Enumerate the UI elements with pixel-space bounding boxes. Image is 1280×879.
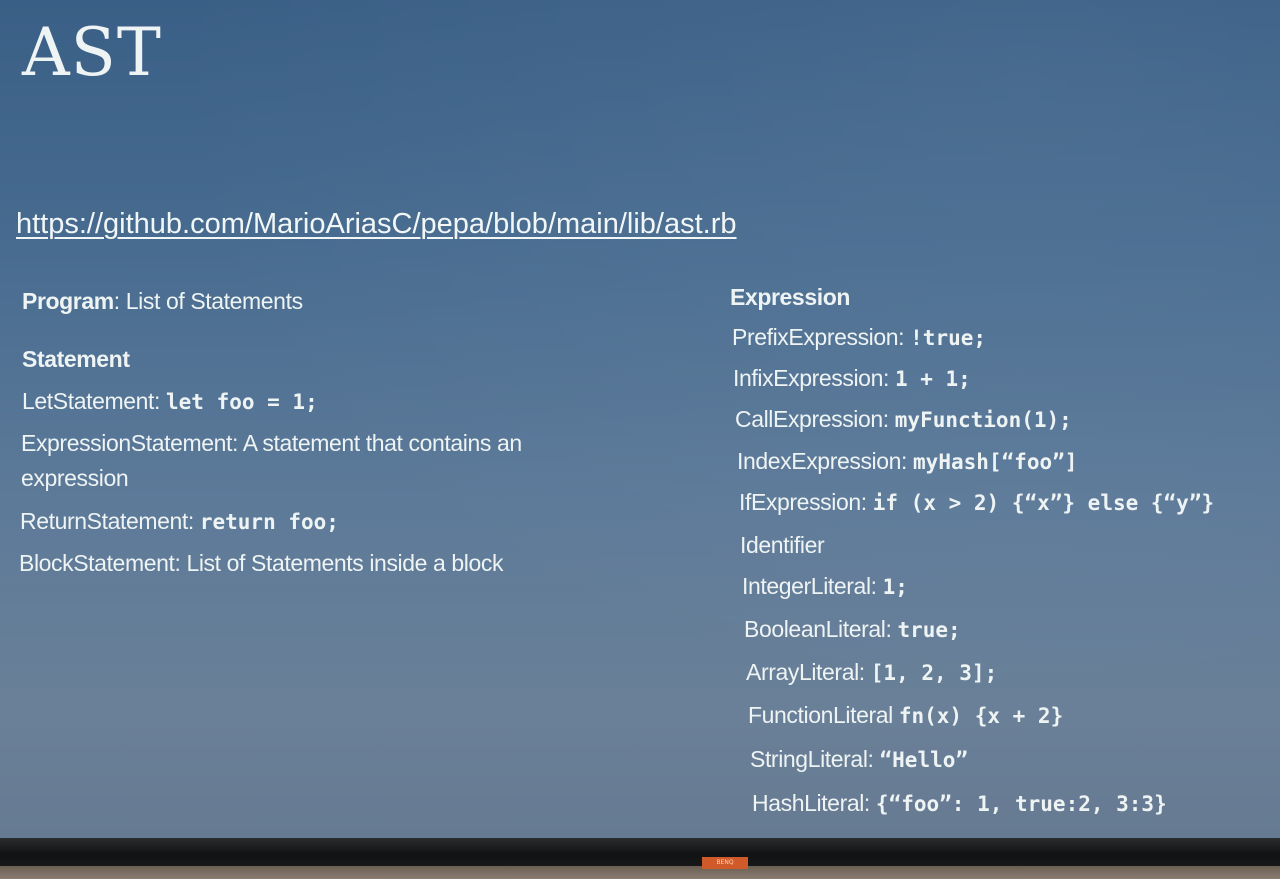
expression-item: CallExpression: myFunction(1); (735, 406, 1072, 433)
expression-item-label: InfixExpression: (733, 365, 895, 391)
expression-heading: Expression (730, 284, 850, 310)
expression-item-label: CallExpression: (735, 406, 895, 432)
expression-item-code: true; (897, 618, 961, 642)
desk-edge (0, 866, 1280, 879)
let-code: let foo = 1; (166, 390, 318, 414)
expression-item: InfixExpression: 1 + 1; (733, 365, 971, 392)
monitor-logo: BENQ (702, 857, 748, 869)
expression-item-label: Identifier (740, 532, 825, 558)
return-label: ReturnStatement: (20, 508, 200, 534)
expression-item-code: “Hello” (879, 748, 969, 772)
expression-item: IfExpression: if (x > 2) {“x”} else {“y”… (739, 489, 1214, 516)
expression-item: BooleanLiteral: true; (744, 616, 961, 643)
expression-item: IntegerLiteral: 1; (742, 573, 908, 600)
expression-item: HashLiteral: {“foo”: 1, true:2, 3:3} (752, 790, 1167, 817)
expression-item: StringLiteral: “Hello” (750, 746, 968, 773)
expression-item-code: !true; (910, 326, 987, 350)
presentation-slide: AST https://github.com/MarioAriasC/pepa/… (0, 0, 1280, 838)
expression-item: FunctionLiteral fn(x) {x + 2} (748, 702, 1063, 729)
slide-title: AST (22, 14, 162, 91)
let-label: LetStatement: (22, 388, 166, 414)
expression-item: Identifier (740, 532, 825, 559)
expression-statement: ExpressionStatement: A statement that co… (21, 430, 522, 491)
expression-item-label: FunctionLiteral (748, 702, 899, 728)
return-code: return foo; (199, 510, 339, 534)
expression-item-label: StringLiteral: (750, 746, 880, 772)
expression-item-label: ArrayLiteral: (746, 659, 871, 685)
expression-item-label: IndexExpression: (737, 448, 914, 474)
expression-item-code: myHash[“foo”] (913, 450, 1078, 474)
expression-item-code: [1, 2, 3]; (870, 661, 998, 685)
program-line: Program: List of Statements (22, 288, 303, 315)
expression-item-label: BooleanLiteral: (744, 616, 898, 642)
expression-item-label: IfExpression: (739, 489, 873, 515)
program-label: Program (22, 288, 114, 314)
expression-item-label: HashLiteral: (752, 790, 876, 816)
statement-heading: Statement (22, 346, 130, 372)
expression-item-code: 1 + 1; (894, 367, 971, 391)
expression-item-code: fn(x) {x + 2} (898, 704, 1064, 728)
expression-item-label: IntegerLiteral: (742, 573, 883, 599)
expression-item-label: PrefixExpression: (732, 324, 911, 350)
github-link[interactable]: https://github.com/MarioAriasC/pepa/blob… (16, 208, 737, 241)
expression-item-code: {“foo”: 1, true:2, 3:3} (875, 792, 1167, 816)
let-statement: LetStatement: let foo = 1; (22, 388, 318, 415)
expression-item-code: myFunction(1); (894, 408, 1072, 432)
expression-item-code: if (x > 2) {“x”} else {“y”} (872, 491, 1215, 515)
expression-item-code: 1; (882, 575, 908, 599)
block-statement: BlockStatement: List of Statements insid… (19, 550, 504, 576)
expression-item: ArrayLiteral: [1, 2, 3]; (746, 659, 997, 686)
expression-item: IndexExpression: myHash[“foo”] (737, 448, 1077, 475)
program-text: : List of Statements (113, 288, 303, 314)
return-statement: ReturnStatement: return foo; (20, 508, 339, 535)
expression-item: PrefixExpression: !true; (732, 324, 986, 351)
